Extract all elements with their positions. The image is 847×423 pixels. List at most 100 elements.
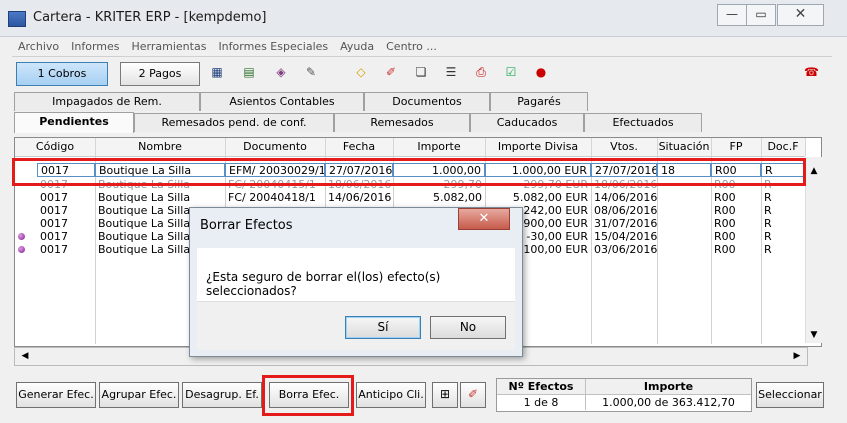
minimize-button[interactable]: — <box>717 4 747 26</box>
pagos-button[interactable]: 2 Pagos <box>120 62 200 86</box>
anticipo-cliente-button[interactable]: Anticipo Cli. <box>356 382 426 408</box>
summary-efectos-header: Nº Efectos <box>497 379 586 395</box>
seleccionar-button[interactable]: Seleccionar <box>756 382 824 408</box>
cell-codigo: 0017 <box>40 217 68 230</box>
selected-row-highlight <box>12 158 806 186</box>
col-fp[interactable]: FP <box>711 138 762 156</box>
list-icon[interactable]: ☰ <box>444 65 458 79</box>
col-docf[interactable]: Doc.F <box>761 138 806 156</box>
tabs-row-primary: Pendientes Remesados pend. de conf. Reme… <box>14 112 820 133</box>
cell-codigo: 0017 <box>40 230 68 243</box>
desagrupar-efectos-button[interactable]: Desagrup. Ef. <box>182 382 262 408</box>
borrar-efectos-dialog: Borrar Efectos ✕ ¿Esta seguro de borrar … <box>189 207 523 357</box>
cell-vtos: 15/04/2016 <box>594 230 657 243</box>
col-codigo[interactable]: Código <box>15 138 96 156</box>
col-vtos[interactable]: Vtos. <box>591 138 658 156</box>
dialog-close-button[interactable]: ✕ <box>458 208 510 230</box>
status-dot-icon <box>18 233 25 240</box>
menu-informes-especiales[interactable]: Informes Especiales <box>212 38 334 53</box>
bullet-icon[interactable]: ● <box>534 65 548 79</box>
cell-fp: R00 <box>714 204 736 217</box>
table-row[interactable]: 0017 Boutique La Silla FC/ 20040418/1 14… <box>15 191 805 205</box>
menu-herramientas[interactable]: Herramientas <box>126 38 213 53</box>
tab-caducados[interactable]: Caducados <box>470 113 584 132</box>
cell-vtos: 14/06/2016 <box>594 191 657 204</box>
wand-icon[interactable]: ✐ <box>384 65 398 79</box>
cell-codigo: 0017 <box>40 243 68 256</box>
wand-icon[interactable]: ✐ <box>460 382 486 408</box>
tab-remesados[interactable]: Remesados <box>334 113 470 132</box>
cell-docf: R <box>764 230 772 243</box>
cell-fecha: 14/06/2016 <box>328 191 392 204</box>
tab-documentos[interactable]: Documentos <box>364 92 490 111</box>
menu-archivo[interactable]: Archivo <box>12 38 65 53</box>
summary-importe-value: 1.000,00 de 363.412,70 <box>602 396 735 409</box>
printer-icon[interactable]: ⎙ <box>474 65 488 79</box>
cobros-button[interactable]: 1 Cobros <box>16 62 108 86</box>
borrar-button-highlight <box>262 375 354 416</box>
col-documento[interactable]: Documento <box>225 138 326 156</box>
menu-centro[interactable]: Centro ... <box>380 38 443 53</box>
window-title: Cartera - KRITER ERP - [kempdemo] <box>33 10 267 25</box>
dialog-body: ¿Esta seguro de borrar el(los) efecto(s)… <box>197 248 515 350</box>
col-fecha[interactable]: Fecha <box>325 138 394 156</box>
col-importe-divisa[interactable]: Importe Divisa <box>485 138 592 156</box>
cell-importe: 5.082,00 <box>433 191 482 204</box>
col-situacion[interactable]: Situación <box>657 138 712 156</box>
summary-efectos-value: 1 de 8 <box>497 395 586 410</box>
scroll-down-icon[interactable]: ▼ <box>806 327 822 343</box>
dialog-footer: Sí No <box>197 301 515 350</box>
maximize-button[interactable]: ▭ <box>746 4 776 26</box>
cell-docf: R <box>764 191 772 204</box>
eraser-icon[interactable]: ◇ <box>354 65 368 79</box>
cell-fp: R00 <box>714 191 736 204</box>
cell-situacion <box>657 191 711 205</box>
stamp-icon[interactable]: ◈ <box>274 65 288 79</box>
cell-docf: R <box>764 243 772 256</box>
cell-codigo: 0017 <box>40 204 68 217</box>
dialog-title: Borrar Efectos <box>200 218 293 233</box>
cards-icon[interactable]: ❏ <box>414 65 428 79</box>
cell-documento: FC/ 20040418/1 <box>228 191 316 204</box>
tree-icon[interactable]: ⊞ <box>432 382 458 408</box>
calculator-icon[interactable]: ▦ <box>210 65 224 79</box>
menu-informes[interactable]: Informes <box>65 38 125 53</box>
cell-fp: R00 <box>714 217 736 230</box>
cell-fp: R00 <box>714 243 736 256</box>
generar-efectos-button[interactable]: Generar Efec. <box>16 382 96 408</box>
summary-importe-header: Importe <box>586 379 751 395</box>
close-button[interactable]: ✕ <box>777 4 824 26</box>
tab-asientos[interactable]: Asientos Contables <box>200 92 364 111</box>
app-icon <box>8 11 26 27</box>
tab-pagares[interactable]: Pagarés <box>490 92 588 111</box>
tab-pendientes[interactable]: Pendientes <box>14 112 134 133</box>
dialog-message: ¿Esta seguro de borrar el(los) efecto(s)… <box>206 270 441 298</box>
checklist-icon[interactable]: ☑ <box>504 65 518 79</box>
exit-icon[interactable]: ☎ <box>804 65 819 79</box>
grid-header: Código Nombre Documento Fecha Importe Im… <box>15 138 806 157</box>
col-importe[interactable]: Importe <box>393 138 486 156</box>
dialog-yes-button[interactable]: Sí <box>345 316 421 339</box>
agrupar-efectos-button[interactable]: Agrupar Efec. <box>99 382 179 408</box>
edit-icon[interactable]: ✎ <box>304 65 318 79</box>
cell-codigo: 0017 <box>40 191 68 204</box>
cell-vtos: 03/06/2016 <box>594 243 657 256</box>
status-dot-icon <box>18 246 25 253</box>
cell-nombre: Boutique La Silla <box>98 191 191 204</box>
chart-icon[interactable]: ▤ <box>242 65 256 79</box>
menu-ayuda[interactable]: Ayuda <box>334 38 380 53</box>
vertical-scrollbar[interactable]: ▲ ▼ <box>805 157 822 343</box>
title-bar: Cartera - KRITER ERP - [kempdemo] — ▭ ✕ <box>0 0 847 37</box>
dialog-no-button[interactable]: No <box>430 316 506 339</box>
tab-impagados[interactable]: Impagados de Rem. <box>14 92 200 111</box>
scroll-left-icon[interactable]: ◀ <box>17 348 33 364</box>
col-nombre[interactable]: Nombre <box>95 138 226 156</box>
cell-docf: R <box>764 204 772 217</box>
summary-panel: Nº Efectos Importe 1 de 8 1.000,00 de 36… <box>496 378 752 412</box>
scroll-up-icon[interactable]: ▲ <box>806 163 822 179</box>
cell-vtos: 31/07/2016 <box>594 217 657 230</box>
tab-efectuados[interactable]: Efectuados <box>584 113 702 132</box>
scroll-right-icon[interactable]: ▶ <box>789 348 805 364</box>
cell-docf: R <box>764 217 772 230</box>
tab-remesados-pend[interactable]: Remesados pend. de conf. <box>134 113 334 132</box>
